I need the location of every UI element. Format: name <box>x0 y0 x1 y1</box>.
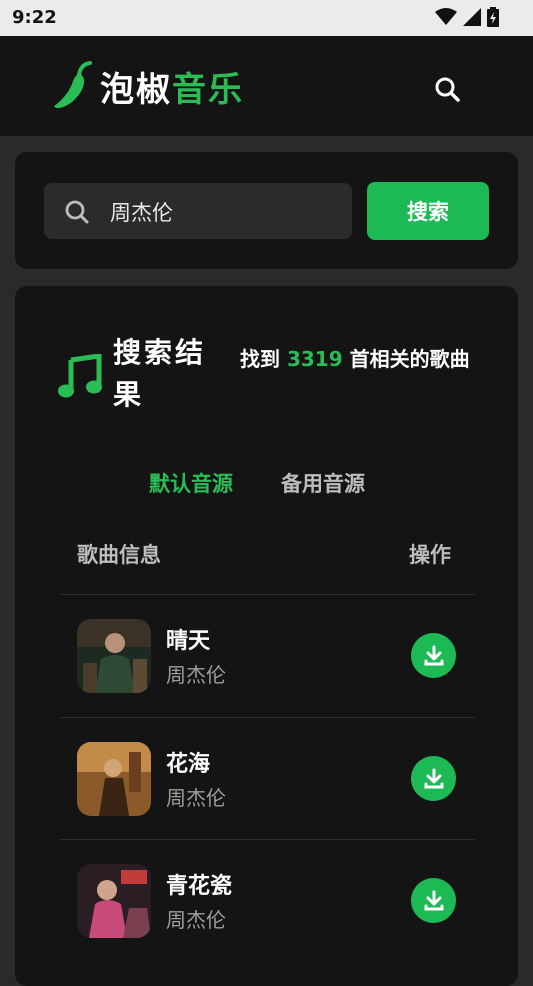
song-row[interactable]: 青花瓷 周杰伦 <box>60 840 475 962</box>
search-input[interactable]: 周杰伦 <box>44 183 352 239</box>
search-input-value: 周杰伦 <box>110 201 173 225</box>
download-button[interactable] <box>411 633 456 678</box>
app-logo[interactable]: 泡椒音乐 <box>50 60 244 112</box>
song-artist: 周杰伦 <box>166 786 226 810</box>
results-count-text: 找到 3319 首相关的歌曲 <box>240 347 470 371</box>
search-card: 周杰伦 搜索 <box>15 152 518 269</box>
status-bar: 9:22 <box>0 0 533 36</box>
results-card: 搜索结果 找到 3319 首相关的歌曲 默认音源 备用音源 歌曲信息 操作 晴天… <box>15 286 518 986</box>
column-header-info: 歌曲信息 <box>77 543 161 567</box>
album-cover <box>77 619 151 693</box>
song-row[interactable]: 花海 周杰伦 <box>60 718 475 840</box>
download-icon <box>424 645 443 665</box>
results-title: 搜索结果 <box>113 336 207 411</box>
download-icon <box>424 768 443 788</box>
song-title: 青花瓷 <box>166 874 233 899</box>
header-search-button[interactable] <box>430 72 464 106</box>
app-header: 泡椒音乐 <box>0 36 533 136</box>
music-note-icon <box>58 354 102 398</box>
status-time: 9:22 <box>12 7 57 28</box>
search-icon <box>65 200 89 224</box>
song-artist: 周杰伦 <box>166 908 226 932</box>
song-artist: 周杰伦 <box>166 663 226 687</box>
song-title: 晴天 <box>166 629 211 654</box>
chili-pepper-icon <box>54 61 92 109</box>
app-title: 泡椒音乐 <box>100 69 244 110</box>
tab-default-source[interactable]: 默认音源 <box>149 468 233 498</box>
download-button[interactable] <box>411 878 456 923</box>
song-title: 花海 <box>166 752 211 777</box>
wifi-icon <box>435 8 457 25</box>
album-cover <box>77 742 151 816</box>
album-cover <box>77 864 151 938</box>
search-icon <box>435 77 460 102</box>
download-button[interactable] <box>411 756 456 801</box>
song-row[interactable]: 晴天 周杰伦 <box>60 595 475 717</box>
signal-icon <box>463 8 481 26</box>
battery-icon <box>487 7 499 27</box>
source-tabs: 默认音源 备用音源 <box>149 468 365 498</box>
search-button[interactable]: 搜索 <box>367 182 489 240</box>
column-header-action: 操作 <box>409 543 451 567</box>
tab-backup-source[interactable]: 备用音源 <box>281 468 365 498</box>
download-icon <box>424 890 443 910</box>
results-count: 3319 <box>286 347 343 371</box>
status-icons <box>435 7 499 27</box>
